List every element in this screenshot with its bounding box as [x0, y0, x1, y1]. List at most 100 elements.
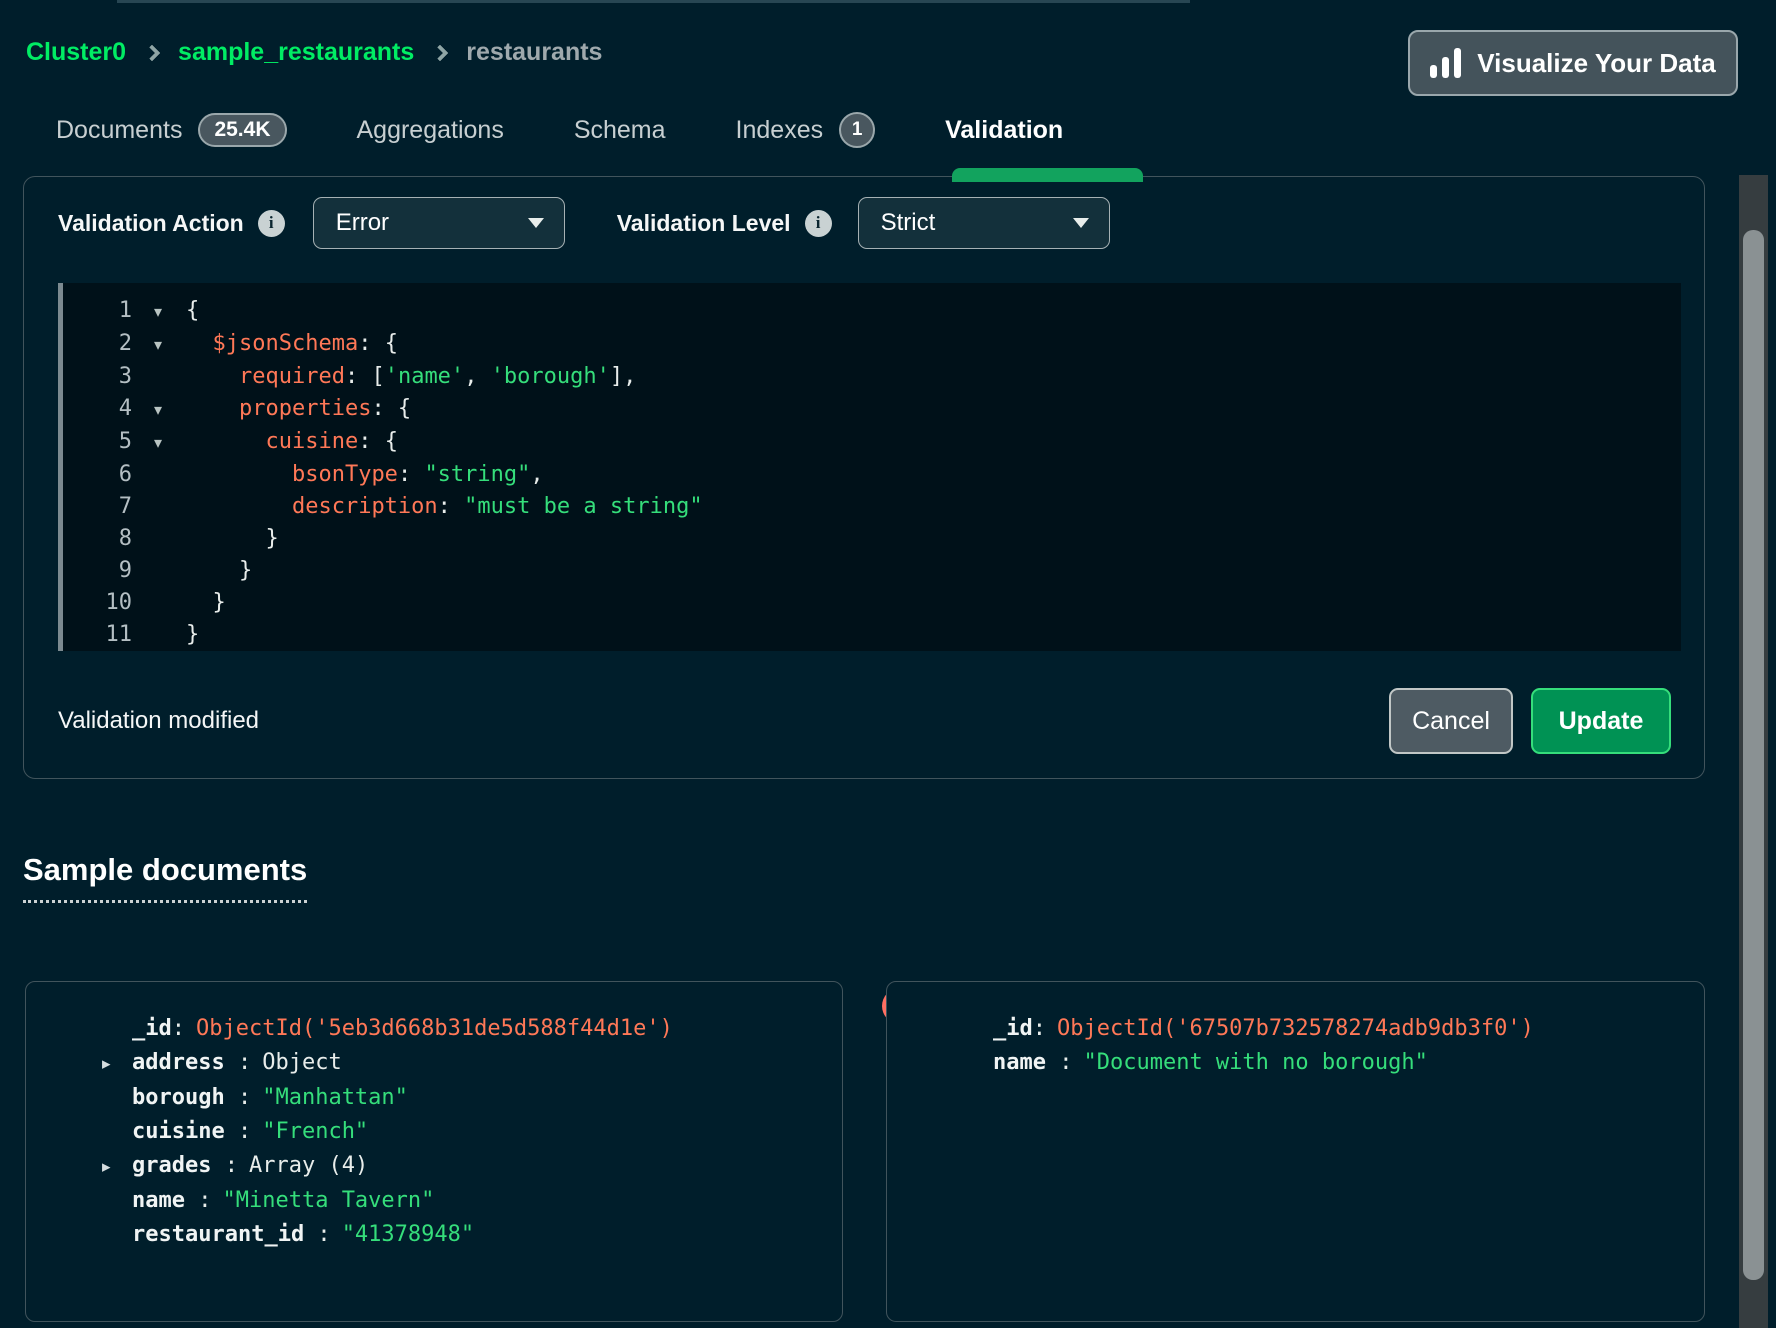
breadcrumb: Cluster0 sample_restaurants restaurants	[26, 38, 602, 67]
code-text: properties: {	[186, 396, 411, 421]
chevron-right-icon	[432, 44, 449, 61]
tab-count-badge: 1	[839, 112, 875, 148]
collection-tabs: Documents25.4K Aggregations Schema Indexes1…	[56, 112, 1063, 148]
validation-level-label: Validation Level	[617, 210, 791, 237]
field-name: grades	[132, 1153, 211, 1178]
tab-label: Aggregations	[357, 116, 504, 145]
cancel-button[interactable]: Cancel	[1389, 688, 1513, 754]
document-field-row: ▸address :Object	[102, 1046, 842, 1081]
field-value: Object	[262, 1050, 341, 1075]
collection-validation-page: Cluster0 sample_restaurants restaurants …	[0, 0, 1776, 1328]
failed-document-fields: _id:ObjectId('67507b732578274adb9db3f0')…	[887, 982, 1704, 1080]
code-text: }	[186, 558, 252, 583]
editor-line[interactable]: 11}	[58, 619, 1681, 651]
field-separator: :	[304, 1222, 331, 1247]
field-separator: :	[1046, 1050, 1073, 1075]
line-number: 7	[58, 491, 132, 523]
validation-action-select[interactable]: Error	[313, 197, 565, 249]
line-number: 3	[58, 361, 132, 393]
editor-line[interactable]: 3 required: ['name', 'borough'],	[58, 361, 1681, 393]
field-separator: :	[1033, 1016, 1046, 1041]
field-value: ObjectId('5eb3d668b31de5d588f44d1e')	[196, 1016, 673, 1041]
tab-indexes[interactable]: Indexes1	[736, 112, 876, 148]
validation-action-value: Error	[336, 209, 389, 237]
field-value: ObjectId('67507b732578274adb9db3f0')	[1057, 1016, 1534, 1041]
breadcrumb-database[interactable]: sample_restaurants	[178, 38, 414, 67]
tab-count-badge: 25.4K	[198, 113, 286, 147]
line-number: 4	[58, 393, 132, 425]
editor-line[interactable]: 9 }	[58, 555, 1681, 587]
fold-arrow-icon[interactable]: ▾	[140, 329, 176, 361]
editor-line[interactable]: 4▾ properties: {	[58, 393, 1681, 426]
chevron-down-icon	[1073, 218, 1089, 228]
editor-lines: 1▾{2▾ $jsonSchema: {3 required: ['name',…	[58, 283, 1681, 651]
line-number: 2	[58, 328, 132, 360]
field-name: borough	[132, 1085, 225, 1110]
breadcrumb-collection: restaurants	[466, 38, 602, 67]
json-schema-editor[interactable]: 1▾{2▾ $jsonSchema: {3 required: ['name',…	[58, 283, 1681, 651]
code-text: }	[186, 526, 279, 551]
field-value: "Document with no borough"	[1083, 1050, 1427, 1075]
fold-arrow-icon[interactable]: ▾	[140, 427, 176, 459]
tab-aggregations[interactable]: Aggregations	[357, 116, 504, 145]
code-text: }	[186, 622, 199, 647]
validation-level-value: Strict	[881, 209, 936, 237]
editor-line[interactable]: 1▾ {	[58, 295, 1681, 328]
update-button[interactable]: Update	[1531, 688, 1671, 754]
tab-label: Schema	[574, 116, 666, 145]
validation-level-select[interactable]: Strict	[858, 197, 1110, 249]
field-separator: :	[225, 1085, 252, 1110]
code-text: bsonType: "string",	[186, 462, 544, 487]
scrollbar-thumb[interactable]	[1743, 230, 1764, 1280]
document-field-row: _id:ObjectId('5eb3d668b31de5d588f44d1e')	[102, 1012, 842, 1046]
field-value: "Minetta Tavern"	[222, 1188, 434, 1213]
expand-arrow-icon[interactable]: ▸	[102, 1047, 132, 1081]
sample-documents-heading[interactable]: Sample documents	[23, 852, 307, 903]
field-name: restaurant_id	[132, 1222, 304, 1247]
info-icon[interactable]: i	[805, 210, 832, 237]
document-field-row: cuisine :"French"	[102, 1115, 842, 1149]
visualize-button-label: Visualize Your Data	[1477, 48, 1715, 79]
line-number: 11	[58, 619, 132, 651]
field-name: name	[132, 1188, 185, 1213]
fold-arrow-icon[interactable]: ▾	[140, 296, 176, 328]
document-field-row: name : "Document with no borough"	[963, 1046, 1704, 1080]
code-text: cuisine: {	[186, 429, 398, 454]
editor-line[interactable]: 7 description: "must be a string"	[58, 491, 1681, 523]
validation-editor-card: Validation Action i Error Validation Lev…	[23, 176, 1705, 779]
line-number: 1	[58, 295, 132, 327]
editor-line[interactable]: 2▾ $jsonSchema: {	[58, 328, 1681, 361]
chevron-down-icon	[528, 218, 544, 228]
visualize-your-data-button[interactable]: Visualize Your Data	[1408, 30, 1738, 96]
top-tab-strip-edge	[117, 0, 1190, 3]
line-number: 10	[58, 587, 132, 619]
editor-line[interactable]: 5▾ cuisine: {	[58, 426, 1681, 459]
field-value: Array (4)	[249, 1153, 368, 1178]
breadcrumb-cluster[interactable]: Cluster0	[26, 38, 126, 67]
editor-left-accent-bar	[58, 283, 63, 651]
editor-line[interactable]: 10 }	[58, 587, 1681, 619]
info-icon[interactable]: i	[258, 210, 285, 237]
passed-document-fields: _id:ObjectId('5eb3d668b31de5d588f44d1e')…	[26, 982, 842, 1252]
code-text: {	[186, 298, 199, 323]
fold-arrow-icon[interactable]: ▾	[140, 394, 176, 426]
line-number: 9	[58, 555, 132, 587]
code-text: description: "must be a string"	[186, 494, 703, 519]
passed-document-card: _id:ObjectId('5eb3d668b31de5d588f44d1e')…	[25, 981, 843, 1322]
field-separator: :	[211, 1153, 238, 1178]
expand-arrow-icon[interactable]: ▸	[102, 1150, 132, 1184]
field-name: cuisine	[132, 1119, 225, 1144]
editor-line[interactable]: 6 bsonType: "string",	[58, 459, 1681, 491]
validation-status-row: Validation modified Cancel Update	[24, 688, 1704, 754]
line-number: 5	[58, 426, 132, 458]
document-field-row: borough : "Manhattan"	[102, 1081, 842, 1115]
vertical-scrollbar[interactable]	[1739, 175, 1768, 1328]
tab-schema[interactable]: Schema	[574, 116, 666, 145]
field-separator: :	[225, 1119, 252, 1144]
tab-validation[interactable]: Validation	[945, 116, 1063, 145]
field-value: "Manhattan"	[262, 1085, 408, 1110]
tab-documents[interactable]: Documents25.4K	[56, 113, 287, 147]
field-name: name	[993, 1050, 1046, 1075]
field-separator: :	[172, 1016, 185, 1041]
editor-line[interactable]: 8 }	[58, 523, 1681, 555]
